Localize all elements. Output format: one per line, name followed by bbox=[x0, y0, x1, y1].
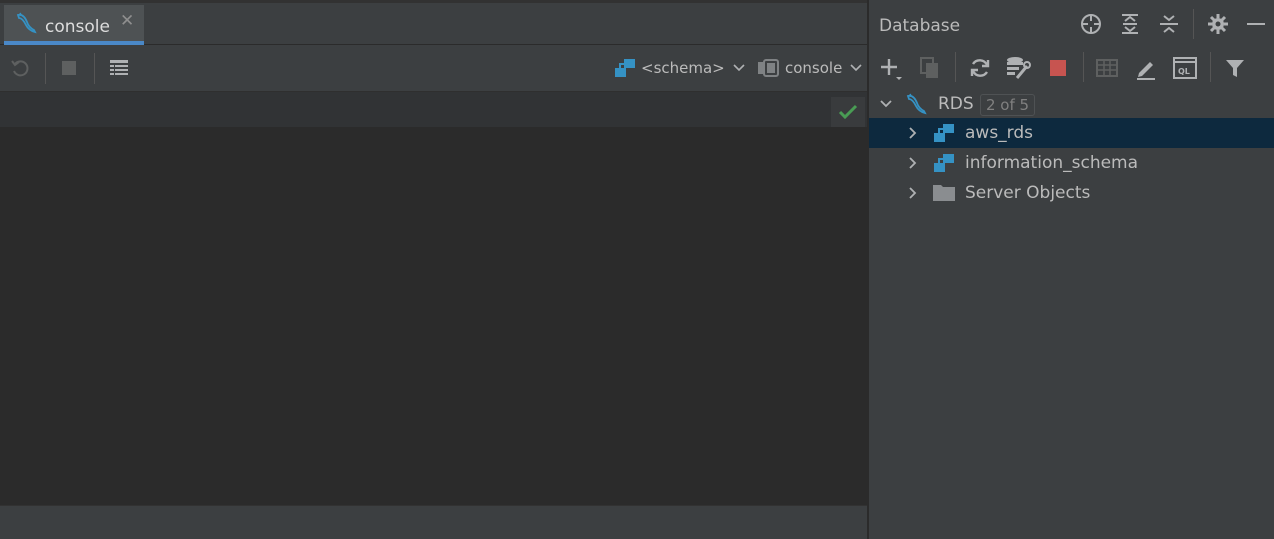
hide-button[interactable] bbox=[1243, 11, 1269, 37]
stop-icon bbox=[1050, 60, 1066, 76]
disconnect-button[interactable] bbox=[1044, 54, 1072, 82]
undo-icon bbox=[11, 60, 29, 77]
database-header: Database bbox=[869, 0, 1274, 48]
tree-node-server-objects[interactable]: Server Objects bbox=[869, 178, 1274, 208]
edit-source-button[interactable] bbox=[1132, 54, 1160, 82]
session-selector-label: console bbox=[785, 59, 843, 77]
ql-console-icon: QL bbox=[1173, 57, 1197, 79]
chevron-down-icon bbox=[850, 64, 862, 72]
copy-icon bbox=[920, 57, 938, 78]
filter-button[interactable] bbox=[1221, 54, 1249, 82]
table-editor-button[interactable] bbox=[1093, 54, 1121, 82]
duplicate-button[interactable] bbox=[916, 54, 944, 82]
collapse-all-icon bbox=[1160, 15, 1178, 33]
tree-node-rds[interactable]: RDS 2 of 5 bbox=[869, 89, 1274, 119]
toolbar-separator bbox=[955, 52, 956, 82]
expand-all-button[interactable] bbox=[1117, 11, 1143, 37]
tab-close-icon[interactable]: ✕ bbox=[120, 11, 134, 31]
chevron-down-icon bbox=[733, 64, 745, 72]
db-tools-icon bbox=[1007, 57, 1031, 79]
database-toolbar: QL bbox=[869, 48, 1274, 88]
refresh-button[interactable] bbox=[966, 54, 994, 82]
schema-icon bbox=[934, 124, 954, 142]
chevron-right-icon[interactable] bbox=[906, 156, 920, 170]
add-datasource-button[interactable] bbox=[877, 54, 905, 82]
crosshair-icon bbox=[1081, 14, 1101, 34]
schema-icon bbox=[615, 59, 635, 77]
chevron-right-icon[interactable] bbox=[906, 186, 920, 200]
tree-node-information-schema[interactable]: information_schema bbox=[869, 148, 1274, 178]
gear-icon bbox=[1208, 14, 1228, 34]
inspection-status[interactable] bbox=[831, 97, 865, 127]
sql-editor[interactable] bbox=[0, 127, 867, 505]
collapse-all-button[interactable] bbox=[1156, 11, 1182, 37]
tool-window-title: Database bbox=[879, 16, 961, 36]
refresh-icon bbox=[970, 59, 990, 77]
console-session-icon bbox=[758, 59, 779, 77]
rollback-button[interactable] bbox=[7, 55, 33, 81]
schema-count-badge: 2 of 5 bbox=[980, 94, 1036, 116]
expand-all-icon bbox=[1122, 14, 1138, 34]
stop-button[interactable] bbox=[56, 55, 82, 81]
datasource-properties-button[interactable] bbox=[1004, 54, 1032, 82]
tree-node-label: Server Objects bbox=[965, 183, 1091, 203]
tree-node-label: RDS bbox=[938, 94, 974, 114]
locate-button[interactable] bbox=[1078, 11, 1104, 37]
header-separator bbox=[1193, 9, 1194, 39]
editor-pane: console ✕ <schema> console bbox=[0, 0, 867, 539]
toolbar-separator bbox=[94, 53, 95, 84]
tree-node-aws-rds[interactable]: aws_rds bbox=[869, 118, 1274, 148]
tab-label: console bbox=[45, 17, 110, 37]
toolbar-separator bbox=[45, 53, 46, 84]
chevron-right-icon[interactable] bbox=[906, 126, 920, 140]
schema-selector-label: <schema> bbox=[641, 59, 725, 77]
tree-node-label: information_schema bbox=[965, 153, 1139, 173]
plus-icon bbox=[881, 59, 902, 80]
stop-icon bbox=[62, 61, 76, 75]
table-lines-icon bbox=[110, 60, 128, 75]
svg-text:QL: QL bbox=[1178, 67, 1190, 76]
session-selector[interactable]: console bbox=[757, 56, 862, 80]
checkmark-icon bbox=[838, 104, 858, 120]
ide-window: console ✕ <schema> console Database QL R… bbox=[0, 0, 1274, 539]
toolbar-separator bbox=[1210, 52, 1211, 82]
query-console-button[interactable]: QL bbox=[1171, 54, 1199, 82]
database-tool-window: Database QL RDS 2 of 5 aws_rds informati… bbox=[869, 0, 1274, 539]
table-icon bbox=[1096, 59, 1118, 77]
schema-selector[interactable]: <schema> bbox=[613, 56, 745, 80]
editor-info-strip bbox=[0, 92, 867, 127]
chevron-down-icon[interactable] bbox=[879, 97, 893, 111]
schema-icon bbox=[934, 154, 954, 172]
tab-console[interactable]: console ✕ bbox=[4, 5, 144, 45]
mysql-dolphin-icon bbox=[906, 93, 927, 115]
output-table-button[interactable] bbox=[106, 55, 132, 81]
minimize-icon bbox=[1247, 23, 1265, 25]
pencil-icon bbox=[1137, 62, 1155, 80]
mysql-dolphin-icon bbox=[16, 12, 37, 34]
settings-button[interactable] bbox=[1205, 11, 1231, 37]
toolbar-separator bbox=[1083, 52, 1084, 82]
folder-icon bbox=[933, 185, 955, 201]
editor-bottom-bar bbox=[0, 505, 867, 539]
editor-tab-bar: console ✕ bbox=[0, 0, 867, 45]
console-toolbar: <schema> console bbox=[0, 45, 867, 92]
filter-icon bbox=[1226, 60, 1244, 77]
tree-node-label: aws_rds bbox=[965, 123, 1034, 143]
